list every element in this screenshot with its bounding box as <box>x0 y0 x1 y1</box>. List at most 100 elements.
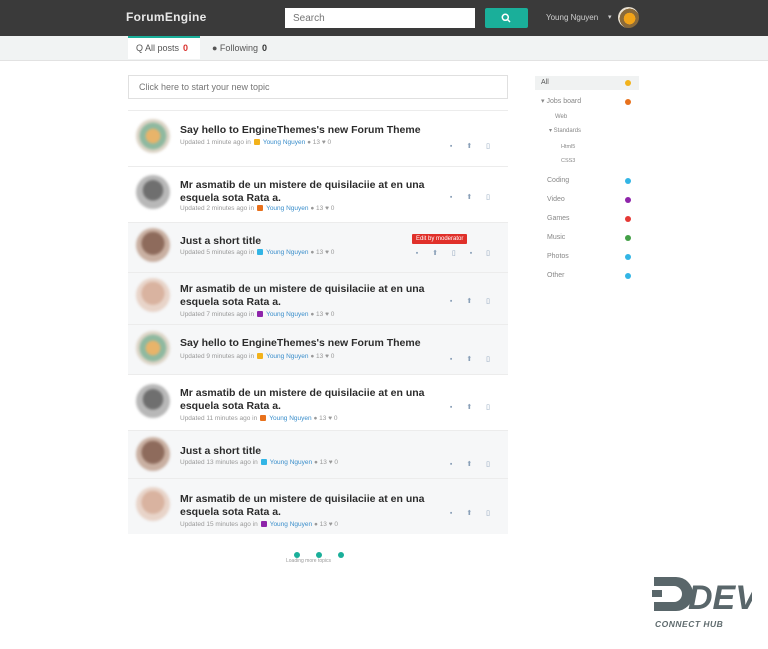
user-avatar[interactable] <box>618 7 639 28</box>
topic-meta: Updated 11 minutes ago in Young Nguyen ● … <box>180 415 338 422</box>
topic-meta: Updated 15 minutes ago in Young Nguyen ● … <box>180 521 338 528</box>
sidebar-item-all[interactable]: All <box>535 76 639 90</box>
topic-updated: Updated 13 minutes ago in <box>180 459 258 466</box>
sidebar-item-standards[interactable]: ▾ Standards <box>535 124 639 138</box>
author-avatar[interactable] <box>136 437 170 471</box>
sidebar-item-music[interactable]: Music <box>535 231 639 245</box>
user-menu-caret-icon[interactable]: ▾ <box>608 13 612 21</box>
loading-dot-icon <box>338 552 344 558</box>
brand-logo[interactable]: ForumEngine <box>126 10 207 24</box>
author-avatar[interactable] <box>136 175 170 209</box>
search-input[interactable] <box>285 8 475 28</box>
topic-action-icons[interactable]: ▪ ⬆ ▯ ▪ ▯ <box>416 249 496 257</box>
topic-author-link[interactable]: Young Nguyen <box>263 139 305 146</box>
topic-row[interactable]: Say hello to EngineThemes's new Forum Th… <box>128 110 508 166</box>
topic-counts: ● 13 ♥ 0 <box>310 311 335 318</box>
topic-author-link[interactable]: Young Nguyen <box>266 249 308 256</box>
load-more-text: Loading more topics <box>286 558 332 564</box>
logo-tagline: CONNECT HUB <box>655 619 724 629</box>
topic-author-link[interactable]: Young Nguyen <box>270 521 312 528</box>
topic-meta: Updated 9 minutes ago in Young Nguyen ● 1… <box>180 353 334 360</box>
topic-author-link[interactable]: Young Nguyen <box>266 311 308 318</box>
topic-title[interactable]: Mr asmatib de un mistere de quisilaciie … <box>180 283 430 309</box>
topic-row[interactable]: Just a short title Updated 13 minutes ag… <box>128 430 508 478</box>
topic-title[interactable]: Mr asmatib de un mistere de quisilaciie … <box>180 387 430 413</box>
author-avatar[interactable] <box>136 384 170 418</box>
category-square-icon <box>257 353 264 360</box>
tab-all-posts[interactable]: Q All posts 0 <box>128 36 200 59</box>
author-avatar[interactable] <box>136 278 170 312</box>
topic-title[interactable]: Say hello to EngineThemes's new Forum Th… <box>180 124 430 137</box>
sidebar-item-jobs[interactable]: ▾ Jobs board <box>535 95 639 109</box>
sidebar-item-label: Html5 <box>561 144 576 150</box>
topic-updated: Updated 5 minutes ago in <box>180 249 255 256</box>
category-dot-icon <box>625 197 631 203</box>
topic-row[interactable]: Say hello to EngineThemes's new Forum Th… <box>128 324 508 374</box>
sidebar-item-label: Music <box>547 234 566 241</box>
topic-counts: ● 13 ♥ 0 <box>313 459 338 466</box>
category-dot-icon <box>625 273 631 279</box>
topic-action-icons[interactable]: ▪ ⬆ ▯ <box>450 460 496 468</box>
topic-meta: Updated 7 minutes ago in Young Nguyen ● 1… <box>180 311 334 318</box>
topic-author-link[interactable]: Young Nguyen <box>266 205 308 212</box>
sidebar-item-label: ▾ Standards <box>549 128 582 134</box>
sidebar-item-label: Web <box>555 114 568 120</box>
topic-author-link[interactable]: Young Nguyen <box>270 459 312 466</box>
topic-author-link[interactable]: Young Nguyen <box>266 353 308 360</box>
category-dot-icon <box>625 254 631 260</box>
category-dot-icon <box>625 178 631 184</box>
sidebar-item-label: Photos <box>547 253 569 260</box>
topic-action-icons[interactable]: ▪ ⬆ ▯ <box>450 142 496 150</box>
topic-title[interactable]: Just a short title <box>180 235 430 248</box>
sidebar-item-label: All <box>541 79 549 86</box>
sidebar-item-other[interactable]: Other <box>535 269 639 283</box>
sidebar-item-coding[interactable]: Coding <box>535 174 639 188</box>
topic-updated: Updated 2 minutes ago in <box>180 205 255 212</box>
tab-following-count: 0 <box>261 43 267 53</box>
topic-action-icons[interactable]: ▪ ⬆ ▯ <box>450 355 496 363</box>
author-avatar[interactable] <box>136 487 170 521</box>
sidebar-item-html5[interactable]: Html5 <box>535 140 639 154</box>
dev-connect-hub-logo: DEV <box>652 577 752 617</box>
sidebar-item-label: ▾ Jobs board <box>541 98 582 105</box>
sidebar-item-video[interactable]: Video <box>535 193 639 207</box>
topic-author-link[interactable]: Young Nguyen <box>269 415 311 422</box>
topic-row[interactable]: Just a short title Edit by moderator Upd… <box>128 222 508 272</box>
topic-row[interactable]: Mr asmatib de un mistere de quisilaciie … <box>128 478 508 534</box>
topic-action-icons[interactable]: ▪ ⬆ ▯ <box>450 297 496 305</box>
search-button[interactable] <box>485 8 528 28</box>
topic-row[interactable]: Mr asmatib de un mistere de quisilaciie … <box>128 272 508 324</box>
topic-action-icons[interactable]: ▪ ⬆ ▯ <box>450 403 496 411</box>
category-square-icon <box>253 139 260 146</box>
tab-following[interactable]: ● Following 0 <box>212 36 267 60</box>
category-dot-icon <box>625 216 631 222</box>
topic-title[interactable]: Mr asmatib de un mistere de quisilaciie … <box>180 493 430 519</box>
sidebar-item-web[interactable]: Web <box>535 110 639 124</box>
tab-following-label: ● Following <box>212 43 258 53</box>
topic-action-icons[interactable]: ▪ ⬆ ▯ <box>450 509 496 517</box>
category-dot-icon <box>625 80 631 86</box>
topic-action-icons[interactable]: ▪ ⬆ ▯ <box>450 193 496 201</box>
tab-all-posts-count: 0 <box>183 43 189 53</box>
author-avatar[interactable] <box>136 331 170 365</box>
topic-updated: Updated 9 minutes ago in <box>180 353 255 360</box>
user-name[interactable]: Young Nguyen <box>546 13 598 22</box>
category-square-icon <box>260 521 267 528</box>
topic-title[interactable]: Mr asmatib de un mistere de quisilaciie … <box>180 179 430 205</box>
sidebar-item-photos[interactable]: Photos <box>535 250 639 264</box>
topic-updated: Updated 15 minutes ago in <box>180 521 258 528</box>
topic-row[interactable]: Mr asmatib de un mistere de quisilaciie … <box>128 374 508 430</box>
topic-updated: Updated 7 minutes ago in <box>180 311 255 318</box>
author-avatar[interactable] <box>136 228 170 262</box>
sidebar-item-label: Games <box>547 215 570 222</box>
sidebar-item-css3[interactable]: CSS3 <box>535 154 639 168</box>
category-square-icon <box>260 415 267 422</box>
author-avatar[interactable] <box>136 119 170 153</box>
sidebar-item-games[interactable]: Games <box>535 212 639 226</box>
topic-title[interactable]: Just a short title <box>180 445 430 458</box>
new-topic-input[interactable] <box>128 75 508 99</box>
topic-title[interactable]: Say hello to EngineThemes's new Forum Th… <box>180 337 430 350</box>
topic-updated: Updated 11 minutes ago in <box>180 415 258 422</box>
topic-updated: Updated 1 minute ago in <box>180 139 251 146</box>
topic-row[interactable]: Mr asmatib de un mistere de quisilaciie … <box>128 166 508 222</box>
